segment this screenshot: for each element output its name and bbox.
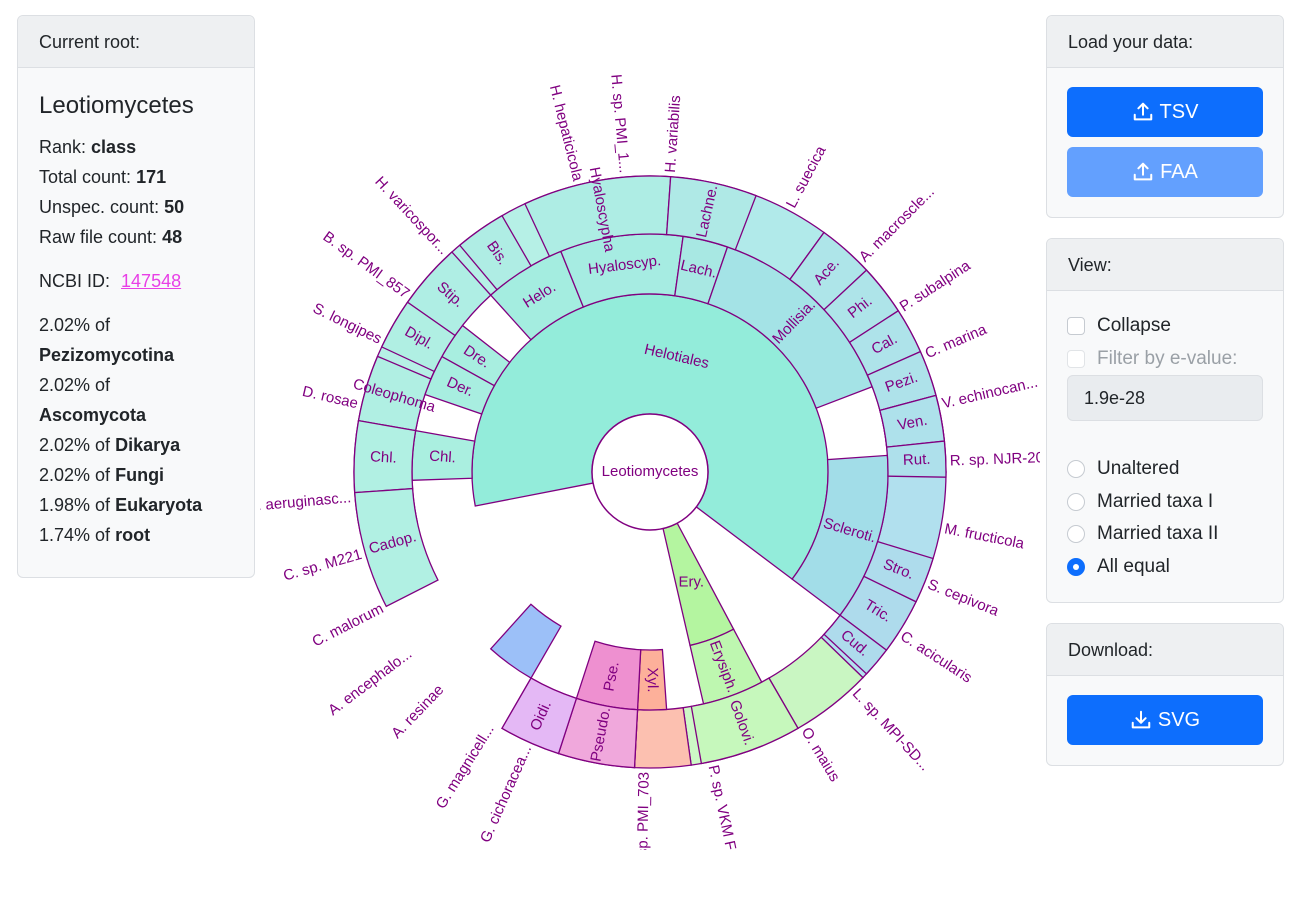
lineage-row: 2.02% of Pezizomycotina — [39, 315, 175, 365]
total-count-value: 171 — [136, 167, 167, 187]
collapse-checkbox[interactable]: Collapse — [1067, 315, 1171, 337]
sunburst-leaf-label: G. magnicell... — [433, 722, 498, 812]
sunburst-leaf-label: D. rosae — [301, 383, 360, 412]
sunburst-leaf-label: X. sp. PMI_703 — [634, 772, 653, 850]
sunburst-leaf-label: H. varicospor... — [371, 173, 452, 258]
sunburst-leaf-label: H. variabilis — [662, 95, 684, 174]
lineage-row: 2.02% of Dikarya — [39, 435, 181, 455]
sunburst-leaf-label: L. suecica — [783, 143, 830, 211]
download-icon — [1131, 710, 1151, 729]
raw-file-count-value: 48 — [162, 227, 183, 247]
sunburst-segment-label: Rut. — [903, 451, 931, 469]
current-root-panel: Current root: Leotiomycetes Rank: class … — [17, 15, 255, 578]
sunburst-segment-label: Xyl. — [644, 667, 661, 692]
sunburst-segment-label: Chl. — [429, 448, 457, 467]
checkbox-box[interactable] — [1067, 350, 1085, 368]
sunburst-leaf-label: H. hepaticicola — [546, 83, 586, 183]
sunburst-leaf-label: A. encephalo... — [325, 645, 415, 719]
ncbi-id-link[interactable]: 147548 — [121, 271, 181, 291]
total-count-row: Total count: 171 — [39, 167, 167, 187]
sunburst-leaf-label: S. longipes — [310, 300, 384, 348]
sunburst-center-label: Leotiomycetes — [602, 463, 699, 480]
sunburst-leaf-label: O. maius — [798, 724, 843, 784]
sunburst-leaf-label: C. marina — [923, 321, 990, 362]
radio-married-taxa-1[interactable]: Married taxa I — [1067, 491, 1213, 513]
sunburst-outer-wedge[interactable] — [633, 706, 692, 769]
sunburst-leaf-label: S. cepivora — [925, 576, 1002, 620]
radio-dot[interactable] — [1067, 460, 1085, 478]
sunburst-leaf-label: B. sp. PMI_857 — [320, 228, 413, 302]
raw-file-count-row: Raw file count: 48 — [39, 227, 183, 247]
radio-unaltered[interactable]: Unaltered — [1067, 458, 1179, 480]
checkbox-box[interactable] — [1067, 317, 1085, 335]
lineage-row: 2.02% of Ascomycota — [39, 375, 147, 425]
sunburst-leaf-label: L. sp. MPI-SD... — [849, 685, 934, 774]
sunburst-leaf-label: V. echinocan... — [940, 374, 1039, 413]
download-header: Download: — [1047, 624, 1283, 676]
radio-dot[interactable] — [1067, 558, 1085, 576]
sunburst-leaf-label: C. malorum — [310, 600, 387, 650]
sunburst-leaf-label: P. subalpina — [897, 257, 974, 316]
radio-dot[interactable] — [1067, 525, 1085, 543]
root-taxon-name: Leotiomycetes — [39, 92, 194, 119]
sunburst-leaf-label: R. sp. NJR-20... — [950, 449, 1040, 470]
ncbi-id-row: NCBI ID: 147548 — [39, 271, 182, 291]
sunburst-leaf-label: P. sp. VKM F-... — [705, 764, 743, 850]
sunburst-leaf-label: C. aeruginasc... — [260, 489, 352, 515]
sunburst-leaf-label: G. cichoracea... — [477, 742, 535, 845]
lineage-row: 1.98% of Eukaryota — [39, 495, 203, 515]
view-header: View: — [1047, 239, 1283, 291]
sunburst-segment-label: Ery. — [679, 573, 705, 590]
unspec-count-row: Unspec. count: 50 — [39, 197, 185, 217]
evalue-input[interactable]: 1.9e-28 — [1067, 375, 1263, 421]
sunburst-segment-label: Chl. — [370, 448, 398, 466]
download-svg-button[interactable]: SVG — [1067, 695, 1263, 745]
radio-dot[interactable] — [1067, 493, 1085, 511]
load-data-header: Load your data: — [1047, 16, 1283, 68]
sunburst-chart[interactable]: HelotialesHelo.Hyaloscyp. Lach.Mollisia.S… — [260, 70, 1040, 850]
sunburst-segment[interactable] — [489, 603, 562, 680]
rank-row: Rank: class — [39, 137, 137, 157]
current-root-header: Current root: — [18, 16, 254, 68]
lineage-row: 1.74% of root — [39, 525, 151, 545]
upload-tsv-button[interactable]: TSV — [1067, 87, 1263, 137]
sunburst-leaf-label: C. acicularis — [897, 628, 975, 687]
sunburst-leaf-label: H. sp. PMI_1... — [607, 74, 633, 174]
filter-evalue-checkbox[interactable]: Filter by e-value: — [1067, 348, 1237, 370]
download-panel: Download: SVG — [1046, 623, 1284, 766]
upload-icon — [1133, 102, 1152, 121]
load-data-panel: Load your data: TSV FAA — [1046, 15, 1284, 218]
rank-value: class — [91, 137, 137, 157]
upload-icon — [1133, 162, 1153, 181]
view-panel: View: Collapse Filter by e-value: 1.9e-2… — [1046, 238, 1284, 603]
unspec-count-value: 50 — [164, 197, 185, 217]
sunburst-leaf-label: M. fructicola — [943, 520, 1026, 552]
upload-faa-button[interactable]: FAA — [1067, 147, 1263, 197]
radio-all-equal[interactable]: All equal — [1067, 556, 1170, 578]
sunburst-leaf-label: C. sp. M221 — [281, 546, 363, 585]
sunburst-leaf-label: A. resinae — [388, 682, 447, 742]
radio-married-taxa-2[interactable]: Married taxa II — [1067, 523, 1218, 545]
sunburst-leaf-label: A. macroscle... — [856, 183, 938, 265]
lineage-row: 2.02% of Fungi — [39, 465, 165, 485]
